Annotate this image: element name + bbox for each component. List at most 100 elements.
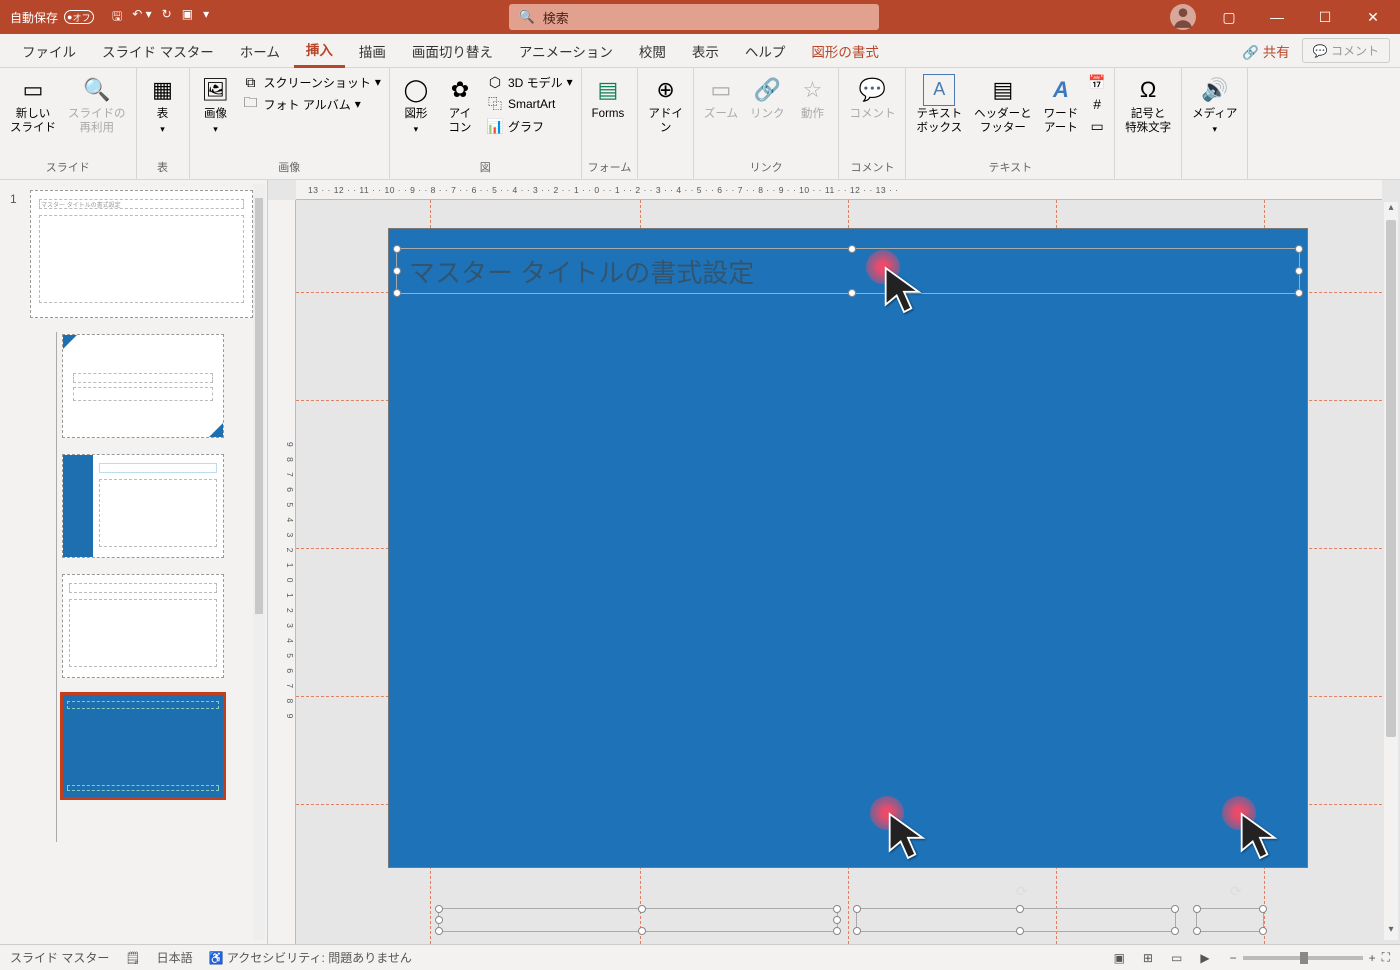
- resize-handle[interactable]: [1193, 927, 1201, 935]
- account-avatar[interactable]: [1170, 4, 1196, 30]
- table-button[interactable]: ▦表▾: [143, 72, 183, 137]
- title-placeholder[interactable]: マスター タイトルの書式設定: [396, 248, 1300, 294]
- resize-handle[interactable]: [1295, 245, 1303, 253]
- slide-surface[interactable]: [388, 228, 1308, 868]
- close-icon[interactable]: ✕: [1350, 2, 1396, 32]
- normal-view-icon[interactable]: ▣: [1110, 949, 1129, 967]
- rotate-handle[interactable]: ⟳: [1230, 883, 1242, 900]
- headerfooter-button[interactable]: ▤ヘッダーと フッター: [970, 72, 1036, 138]
- textbox-button[interactable]: Aテキスト ボックス: [912, 72, 966, 138]
- resize-handle[interactable]: [848, 289, 856, 297]
- layout-thumbnail-3[interactable]: [62, 574, 224, 678]
- fit-window-icon[interactable]: ⛶: [1382, 950, 1390, 965]
- resize-handle[interactable]: [638, 927, 646, 935]
- resize-handle[interactable]: [1193, 905, 1201, 913]
- qat-overflow-icon[interactable]: ▾: [203, 7, 209, 28]
- footer-placeholder-left[interactable]: [438, 908, 838, 932]
- zoom-in-icon[interactable]: +: [1369, 951, 1376, 965]
- resize-handle[interactable]: [833, 916, 841, 924]
- reading-view-icon[interactable]: ▭: [1167, 949, 1186, 967]
- resize-handle[interactable]: [435, 916, 443, 924]
- tab-shape-format[interactable]: 図形の書式: [799, 35, 891, 67]
- save-icon[interactable]: 🖫: [112, 7, 122, 28]
- resize-handle[interactable]: [1171, 927, 1179, 935]
- thumbnail-pane[interactable]: 1 マスター タイトルの書式設定: [0, 180, 268, 944]
- notes-icon[interactable]: 🗒: [125, 951, 140, 965]
- symbol-button[interactable]: Ω記号と 特殊文字: [1121, 72, 1175, 138]
- resize-handle[interactable]: [833, 927, 841, 935]
- autosave-control[interactable]: 自動保存 ● オフ: [0, 9, 104, 26]
- resize-handle[interactable]: [393, 267, 401, 275]
- resize-handle[interactable]: [853, 905, 861, 913]
- undo-icon[interactable]: ↶ ▾: [132, 7, 151, 28]
- tab-view[interactable]: 表示: [680, 35, 731, 67]
- tab-help[interactable]: ヘルプ: [733, 35, 798, 67]
- editor-scrollbar[interactable]: ▴ ▾: [1384, 202, 1398, 940]
- autosave-toggle[interactable]: ● オフ: [64, 10, 94, 24]
- layout-thumbnail-4[interactable]: [62, 694, 224, 798]
- slideshow-view-icon[interactable]: ▶: [1196, 949, 1213, 967]
- ribbon-display-icon[interactable]: ▢: [1206, 2, 1252, 32]
- tab-home[interactable]: ホーム: [228, 35, 292, 67]
- chart-button[interactable]: 📊グラフ: [484, 116, 575, 136]
- date-button[interactable]: 📅: [1086, 72, 1108, 92]
- comments-button[interactable]: 💬 コメント: [1302, 38, 1390, 63]
- addin-button[interactable]: ⊕アドイ ン: [644, 72, 687, 138]
- tab-transitions[interactable]: 画面切り替え: [400, 35, 505, 67]
- forms-button[interactable]: ▤Forms: [588, 72, 629, 124]
- sorter-view-icon[interactable]: ⊞: [1139, 949, 1157, 967]
- rotate-handle[interactable]: ⟳: [1016, 883, 1028, 900]
- status-language[interactable]: 日本語: [157, 949, 193, 966]
- tab-animations[interactable]: アニメーション: [507, 35, 625, 67]
- icons-button[interactable]: ✿アイ コン: [440, 72, 480, 138]
- resize-handle[interactable]: [1295, 289, 1303, 297]
- shapes-button[interactable]: ◯図形▾: [396, 72, 436, 137]
- new-slide-button[interactable]: ▭新しい スライド: [6, 72, 60, 138]
- redo-icon[interactable]: ↻: [162, 7, 172, 28]
- scroll-thumb[interactable]: [1386, 220, 1396, 737]
- scroll-up-icon[interactable]: ▴: [1384, 202, 1398, 218]
- screenshot-button[interactable]: ⧉スクリーンショット ▾: [240, 72, 383, 92]
- images-button[interactable]: 🖼画像▾: [196, 72, 236, 137]
- accessibility-status[interactable]: ♿ アクセシビリティ: 問題ありません: [209, 949, 412, 966]
- tab-draw[interactable]: 描画: [347, 35, 398, 67]
- tab-slidemaster[interactable]: スライド マスター: [90, 35, 226, 67]
- resize-handle[interactable]: [1016, 927, 1024, 935]
- resize-handle[interactable]: [393, 245, 401, 253]
- tab-insert[interactable]: 挿入: [294, 33, 345, 68]
- 3dmodel-button[interactable]: ⬡3D モデル ▾: [484, 72, 575, 92]
- slidenum-button[interactable]: #: [1086, 94, 1108, 114]
- master-thumbnail[interactable]: マスター タイトルの書式設定: [30, 190, 253, 318]
- wordart-button[interactable]: Aワード アート: [1040, 72, 1083, 138]
- resize-handle[interactable]: [393, 289, 401, 297]
- zoom-out-icon[interactable]: −: [1230, 951, 1237, 965]
- maximize-icon[interactable]: ☐: [1302, 2, 1348, 32]
- layout-thumbnail-1[interactable]: [62, 334, 224, 438]
- slideshow-icon[interactable]: ▣: [182, 7, 193, 28]
- resize-handle[interactable]: [833, 905, 841, 913]
- resize-handle[interactable]: [1016, 905, 1024, 913]
- object-button[interactable]: ▭: [1086, 116, 1108, 136]
- resize-handle[interactable]: [848, 245, 856, 253]
- tab-file[interactable]: ファイル: [10, 35, 88, 67]
- footer-placeholder-center[interactable]: ⟳: [856, 908, 1176, 932]
- tab-review[interactable]: 校閲: [627, 35, 678, 67]
- smartart-button[interactable]: ⿻SmartArt: [484, 94, 575, 114]
- canvas[interactable]: マスター タイトルの書式設定: [296, 200, 1382, 944]
- media-button[interactable]: 🔊メディア▾: [1188, 72, 1241, 137]
- resize-handle[interactable]: [435, 905, 443, 913]
- resize-handle[interactable]: [435, 927, 443, 935]
- photo-album-button[interactable]: 🗀フォト アルバム ▾: [240, 94, 383, 114]
- slide-editor[interactable]: 13 · · 12 · · 11 · · 10 · · 9 · · 8 · · …: [268, 180, 1400, 944]
- resize-handle[interactable]: [853, 927, 861, 935]
- layout-thumbnail-2[interactable]: [62, 454, 224, 558]
- resize-handle[interactable]: [1171, 905, 1179, 913]
- footer-placeholder-right[interactable]: ⟳: [1196, 908, 1264, 932]
- resize-handle[interactable]: [638, 905, 646, 913]
- resize-handle[interactable]: [1259, 927, 1267, 935]
- search-box[interactable]: 🔍 検索: [509, 4, 879, 30]
- minimize-icon[interactable]: —: [1254, 2, 1300, 32]
- zoom-slider[interactable]: [1243, 956, 1363, 960]
- resize-handle[interactable]: [1259, 905, 1267, 913]
- thumbs-scrollbar[interactable]: [253, 184, 265, 940]
